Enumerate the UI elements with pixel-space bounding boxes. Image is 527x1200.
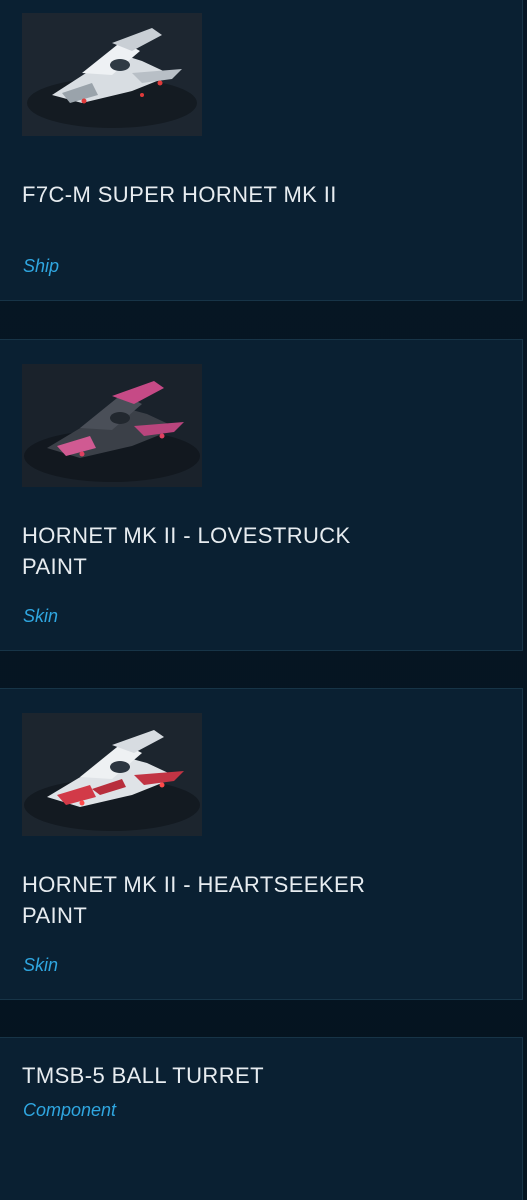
item-list: F7C-M SUPER HORNET MK II Ship HORNET MK … xyxy=(0,0,527,1200)
item-title: F7C-M SUPER HORNET MK II xyxy=(22,182,337,207)
list-item[interactable]: TMSB-5 BALL TURRET Component xyxy=(0,1037,523,1200)
list-item[interactable]: HORNET MK II - HEARTSEEKER PAINT Skin xyxy=(0,688,523,1000)
item-title: HORNET MK II - HEARTSEEKER PAINT xyxy=(22,872,366,928)
item-thumbnail xyxy=(22,713,202,836)
item-title: TMSB-5 BALL TURRET xyxy=(22,1063,264,1088)
ship-white-icon xyxy=(22,13,202,136)
list-item[interactable]: F7C-M SUPER HORNET MK II Ship xyxy=(0,0,523,301)
item-type: Skin xyxy=(23,606,59,626)
item-title: HORNET MK II - LOVESTRUCK PAINT xyxy=(22,523,351,579)
item-type: Ship xyxy=(23,256,60,276)
item-thumbnail xyxy=(22,364,202,487)
ship-red-white-icon xyxy=(22,713,202,836)
list-item[interactable]: HORNET MK II - LOVESTRUCK PAINT Skin xyxy=(0,339,523,651)
item-type: Component xyxy=(23,1100,117,1120)
ship-pink-icon xyxy=(22,364,202,487)
item-thumbnail xyxy=(22,13,202,136)
item-type: Skin xyxy=(23,955,59,975)
